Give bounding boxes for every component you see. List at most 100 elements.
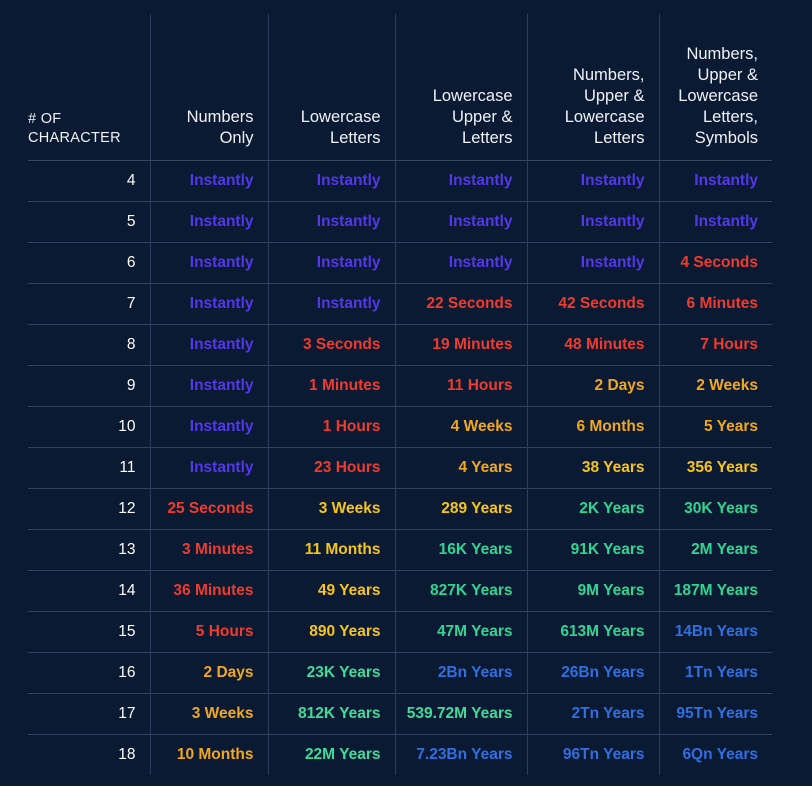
crack-time-cell: 26Bn Years — [527, 651, 660, 693]
table-row: 10 Instantly 1 Hours 4 Weeks 6 Months 5 Years — [28, 405, 772, 447]
character-count-cell: 16 — [28, 651, 151, 693]
crack-time-cell: 6 Months — [527, 405, 660, 447]
table-row: 5 Instantly Instantly Instantly Instantly Ins… — [28, 200, 772, 242]
column-header-line: Letters — [594, 129, 645, 148]
crack-time-cell: 187M Years — [659, 569, 772, 611]
crack-time-cell: Instantly — [659, 159, 772, 201]
crack-time-cell: Instantly — [150, 446, 269, 488]
crack-time-cell: 2Bn Years — [395, 651, 528, 693]
password-crack-time-table: # OF CHARACTER Numbers Only Lowercase Letters… — [28, 14, 772, 775]
column-header-4: Numbers, Upper & Lowercase Letters — [527, 14, 660, 161]
crack-time-cell: 5 Years — [659, 405, 772, 447]
crack-time-cell: 10 Months — [150, 733, 269, 775]
column-header-1: Numbers Only — [150, 14, 269, 161]
crack-time-cell: 48 Minutes — [527, 323, 660, 365]
crack-time-cell: Instantly — [150, 323, 269, 365]
crack-time-cell: 95Tn Years — [659, 692, 772, 734]
table-row: 15 5 Hours 890 Years 47M Years 613M Years 14B… — [28, 610, 772, 652]
column-header-line: Numbers, — [572, 66, 645, 85]
crack-time-cell: 19 Minutes — [395, 323, 528, 365]
table-header: # OF CHARACTER Numbers Only Lowercase Letters… — [28, 14, 772, 161]
table-row: 6 Instantly Instantly Instantly Instantly 4 S… — [28, 241, 772, 283]
table-row: 7 Instantly Instantly 22 Seconds 42 Seconds 6… — [28, 282, 772, 324]
crack-time-cell: 22M Years — [268, 733, 396, 775]
crack-time-cell: Instantly — [659, 200, 772, 242]
crack-time-cell: Instantly — [395, 159, 528, 201]
character-count-cell: 11 — [28, 446, 151, 488]
crack-time-cell: 22 Seconds — [395, 282, 528, 324]
crack-time-cell: 36 Minutes — [150, 569, 269, 611]
crack-time-cell: Instantly — [395, 200, 528, 242]
crack-time-cell: Instantly — [150, 364, 269, 406]
crack-time-cell: 2Tn Years — [527, 692, 660, 734]
character-count-cell: 14 — [28, 569, 151, 611]
crack-time-cell: Instantly — [268, 159, 396, 201]
crack-time-cell: 3 Seconds — [268, 323, 396, 365]
crack-time-cell: 4 Years — [395, 446, 528, 488]
column-header-line: Lowercase — [300, 108, 381, 127]
crack-time-cell: Instantly — [527, 159, 660, 201]
crack-time-cell: Instantly — [527, 241, 660, 283]
crack-time-cell: 5 Hours — [150, 610, 269, 652]
crack-time-cell: 7.23Bn Years — [395, 733, 528, 775]
crack-time-cell: 30K Years — [659, 487, 772, 529]
crack-time-cell: 3 Weeks — [150, 692, 269, 734]
crack-time-cell: 3 Weeks — [268, 487, 396, 529]
crack-time-cell: 2K Years — [527, 487, 660, 529]
table-row: 13 3 Minutes 11 Months 16K Years 91K Years 2M… — [28, 528, 772, 570]
table-row: 4 Instantly Instantly Instantly Instantly Ins… — [28, 159, 772, 201]
crack-time-cell: 4 Seconds — [659, 241, 772, 283]
column-header-3: Lowercase Upper & Letters — [395, 14, 528, 161]
table-row: 16 2 Days 23K Years 2Bn Years 26Bn Years 1Tn … — [28, 651, 772, 693]
crack-time-cell: 11 Hours — [395, 364, 528, 406]
crack-time-cell: 91K Years — [527, 528, 660, 570]
crack-time-cell: 38 Years — [527, 446, 660, 488]
crack-time-cell: Instantly — [395, 241, 528, 283]
crack-time-cell: 1Tn Years — [659, 651, 772, 693]
crack-time-cell: 9M Years — [527, 569, 660, 611]
character-count-cell: 10 — [28, 405, 151, 447]
column-header-line: Upper & — [697, 66, 758, 85]
crack-time-cell: 23K Years — [268, 651, 396, 693]
column-header-line: Upper & — [583, 87, 645, 106]
column-header-line: Letters — [330, 129, 381, 148]
crack-time-cell: 539.72M Years — [395, 692, 528, 734]
crack-time-cell: Instantly — [150, 241, 269, 283]
column-header-line: # OF — [28, 111, 62, 128]
character-count-cell: 4 — [28, 159, 151, 201]
character-count-cell: 7 — [28, 282, 151, 324]
character-count-cell: 8 — [28, 323, 151, 365]
crack-time-cell: Instantly — [268, 241, 396, 283]
table-row: 12 25 Seconds 3 Weeks 289 Years 2K Years 30K … — [28, 487, 772, 529]
table-row: 18 10 Months 22M Years 7.23Bn Years 96Tn Yea… — [28, 733, 772, 775]
crack-time-cell: Instantly — [268, 200, 396, 242]
column-header-0: # OF CHARACTER — [28, 14, 151, 161]
crack-time-cell: 2 Weeks — [659, 364, 772, 406]
crack-time-cell: 42 Seconds — [527, 282, 660, 324]
column-header-line: Letters, — [702, 108, 758, 127]
crack-time-cell: 1 Minutes — [268, 364, 396, 406]
column-header-line: Numbers — [186, 108, 254, 127]
character-count-cell: 18 — [28, 733, 151, 775]
table-row: 8 Instantly 3 Seconds 19 Minutes 48 Minutes 7… — [28, 323, 772, 365]
crack-time-cell: 1 Hours — [268, 405, 396, 447]
crack-time-cell: Instantly — [150, 405, 269, 447]
column-header-line: Symbols — [694, 129, 758, 148]
character-count-cell: 15 — [28, 610, 151, 652]
crack-time-cell: 7 Hours — [659, 323, 772, 365]
crack-time-cell: 96Tn Years — [527, 733, 660, 775]
crack-time-cell: 6Qn Years — [659, 733, 772, 775]
column-header-line: Lowercase — [432, 87, 513, 106]
password-strength-table-container: # OF CHARACTER Numbers Only Lowercase Letters… — [28, 14, 772, 775]
crack-time-cell: 2 Days — [150, 651, 269, 693]
column-header-line: Letters — [462, 129, 513, 148]
character-count-cell: 5 — [28, 200, 151, 242]
crack-time-cell: Instantly — [150, 200, 269, 242]
crack-time-cell: 11 Months — [268, 528, 396, 570]
crack-time-cell: 47M Years — [395, 610, 528, 652]
crack-time-cell: 6 Minutes — [659, 282, 772, 324]
table-row: 9 Instantly 1 Minutes 11 Hours 2 Days 2 Weeks — [28, 364, 772, 406]
crack-time-cell: 827K Years — [395, 569, 528, 611]
crack-time-cell: 25 Seconds — [150, 487, 269, 529]
crack-time-cell: 16K Years — [395, 528, 528, 570]
